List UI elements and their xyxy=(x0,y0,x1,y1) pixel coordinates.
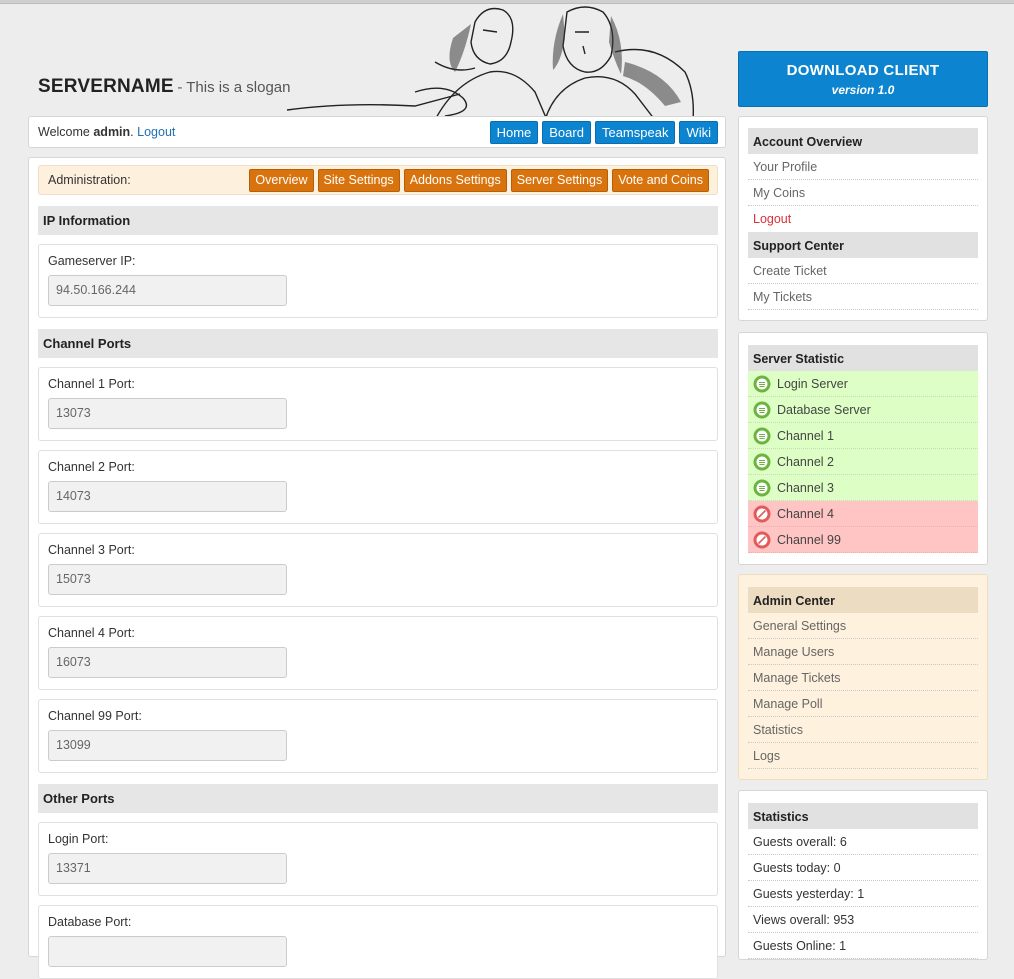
database-port-input[interactable] xyxy=(48,936,287,967)
server-row: Channel 1 xyxy=(748,423,978,449)
gameserver-ip-input[interactable]: 94.50.166.244 xyxy=(48,275,287,306)
nav-wiki-button[interactable]: Wiki xyxy=(679,121,718,144)
login-port-input[interactable]: 13371 xyxy=(48,853,287,884)
channel-1-port-input[interactable]: 13073 xyxy=(48,398,287,429)
admin-bar: Administration: Overview Site Settings A… xyxy=(38,165,718,195)
field-channel-4-port: Channel 4 Port: 16073 xyxy=(38,616,718,690)
manage-poll-link[interactable]: Manage Poll xyxy=(748,691,978,717)
server-online-icon xyxy=(753,479,771,497)
logs-link[interactable]: Logs xyxy=(748,743,978,769)
channel-99-port-input[interactable]: 13099 xyxy=(48,730,287,761)
site-name: SERVERNAME xyxy=(38,76,174,97)
field-label: Channel 4 Port: xyxy=(48,626,135,640)
field-gameserver-ip: Gameserver IP: 94.50.166.244 xyxy=(38,244,718,318)
header-artwork xyxy=(286,6,695,120)
server-name: Database Server xyxy=(777,403,871,417)
main-content: Administration: Overview Site Settings A… xyxy=(28,157,726,979)
server-online-icon xyxy=(753,401,771,419)
support-center-header: Support Center xyxy=(748,232,978,258)
field-label: Channel 1 Port: xyxy=(48,377,135,391)
server-name: Channel 1 xyxy=(777,429,834,443)
admin-center-header: Admin Center xyxy=(748,587,978,613)
server-name: Channel 99 xyxy=(777,533,841,547)
server-name: Channel 3 xyxy=(777,481,834,495)
admin-overview-button[interactable]: Overview xyxy=(249,169,314,192)
admin-vote-coins-button[interactable]: Vote and Coins xyxy=(612,169,709,192)
admin-buttons: Overview Site Settings Addons Settings S… xyxy=(249,169,709,192)
my-coins-link[interactable]: My Coins xyxy=(748,180,978,206)
server-offline-icon xyxy=(753,531,771,549)
manage-tickets-link[interactable]: Manage Tickets xyxy=(748,665,978,691)
server-online-icon xyxy=(753,453,771,471)
admin-site-settings-button[interactable]: Site Settings xyxy=(317,169,400,192)
admin-addons-settings-button[interactable]: Addons Settings xyxy=(403,169,507,192)
section-channel-ports: Channel Ports xyxy=(38,329,718,358)
channel-4-port-input[interactable]: 16073 xyxy=(48,647,287,678)
main-nav: Home Board Teamspeak Wiki xyxy=(489,121,718,144)
field-channel-1-port: Channel 1 Port: 13073 xyxy=(38,367,718,441)
field-channel-2-port: Channel 2 Port: 14073 xyxy=(38,450,718,524)
server-row: Database Server xyxy=(748,397,978,423)
server-offline-icon xyxy=(753,505,771,523)
server-row: Channel 4 xyxy=(748,501,978,527)
channel-3-port-input[interactable]: 15073 xyxy=(48,564,287,595)
statistics-panel: Statistics Guests overall: 6 Guests toda… xyxy=(738,790,988,960)
admin-server-settings-button[interactable]: Server Settings xyxy=(510,169,609,192)
stat-guests-today: Guests today: 0 xyxy=(748,855,978,881)
nav-teamspeak-button[interactable]: Teamspeak xyxy=(594,121,676,144)
section-other-ports: Other Ports xyxy=(38,784,718,813)
sidebar-logout-link[interactable]: Logout xyxy=(748,206,978,232)
server-online-icon xyxy=(753,375,771,393)
welcome-text: Welcome admin. Logout xyxy=(38,125,176,139)
nav-board-button[interactable]: Board xyxy=(542,121,591,144)
section-ip-information: IP Information xyxy=(38,206,718,235)
download-version: version 1.0 xyxy=(831,83,895,97)
logout-link[interactable]: Logout xyxy=(137,125,175,139)
server-list: Login Server Database Server Channel 1 Chan… xyxy=(739,371,987,553)
field-label: Login Port: xyxy=(48,832,109,846)
stat-guests-online: Guests Online: 1 xyxy=(748,933,978,959)
field-label: Database Port: xyxy=(48,915,132,929)
create-ticket-link[interactable]: Create Ticket xyxy=(748,258,978,284)
field-channel-3-port: Channel 3 Port: 15073 xyxy=(38,533,718,607)
server-statistic-panel: Server Statistic Login Server Database Se… xyxy=(738,332,988,565)
field-database-port: Database Port: xyxy=(38,905,718,979)
field-label: Channel 2 Port: xyxy=(48,460,135,474)
manage-users-link[interactable]: Manage Users xyxy=(748,639,978,665)
field-label: Channel 3 Port: xyxy=(48,543,135,557)
statistics-header: Statistics xyxy=(748,803,978,829)
server-online-icon xyxy=(753,427,771,445)
stat-guests-yesterday: Guests yesterday: 1 xyxy=(748,881,978,907)
field-label: Channel 99 Port: xyxy=(48,709,142,723)
server-name: Channel 4 xyxy=(777,507,834,521)
general-settings-link[interactable]: General Settings xyxy=(748,613,978,639)
server-row: Channel 2 xyxy=(748,449,978,475)
site-slogan: - This is a slogan xyxy=(177,79,291,96)
stat-views-overall: Views overall: 953 xyxy=(748,907,978,933)
server-name: Channel 2 xyxy=(777,455,834,469)
your-profile-link[interactable]: Your Profile xyxy=(748,154,978,180)
admin-center-panel: Admin Center General Settings Manage Use… xyxy=(738,574,988,780)
server-row: Channel 3 xyxy=(748,475,978,501)
username: admin xyxy=(93,125,131,139)
site-brand: SERVERNAME - This is a slogan xyxy=(38,76,290,98)
welcome-bar: Welcome admin. Logout Home Board Teamspe… xyxy=(28,116,726,148)
download-title: DOWNLOAD CLIENT xyxy=(786,62,940,79)
server-statistic-header: Server Statistic xyxy=(748,345,978,371)
download-client-button[interactable]: DOWNLOAD CLIENT version 1.0 xyxy=(738,51,988,107)
field-label: Gameserver IP: xyxy=(48,254,136,268)
account-overview-header: Account Overview xyxy=(748,128,978,154)
server-row: Login Server xyxy=(748,371,978,397)
statistics-link[interactable]: Statistics xyxy=(748,717,978,743)
admin-label: Administration: xyxy=(48,173,131,187)
account-panel: Account Overview Your Profile My Coins L… xyxy=(738,116,988,321)
nav-home-button[interactable]: Home xyxy=(489,121,539,144)
server-name: Login Server xyxy=(777,377,848,391)
server-row: Channel 99 xyxy=(748,527,978,553)
channel-2-port-input[interactable]: 14073 xyxy=(48,481,287,512)
stat-guests-overall: Guests overall: 6 xyxy=(748,829,978,855)
field-channel-99-port: Channel 99 Port: 13099 xyxy=(38,699,718,773)
field-login-port: Login Port: 13371 xyxy=(38,822,718,896)
my-tickets-link[interactable]: My Tickets xyxy=(748,284,978,310)
